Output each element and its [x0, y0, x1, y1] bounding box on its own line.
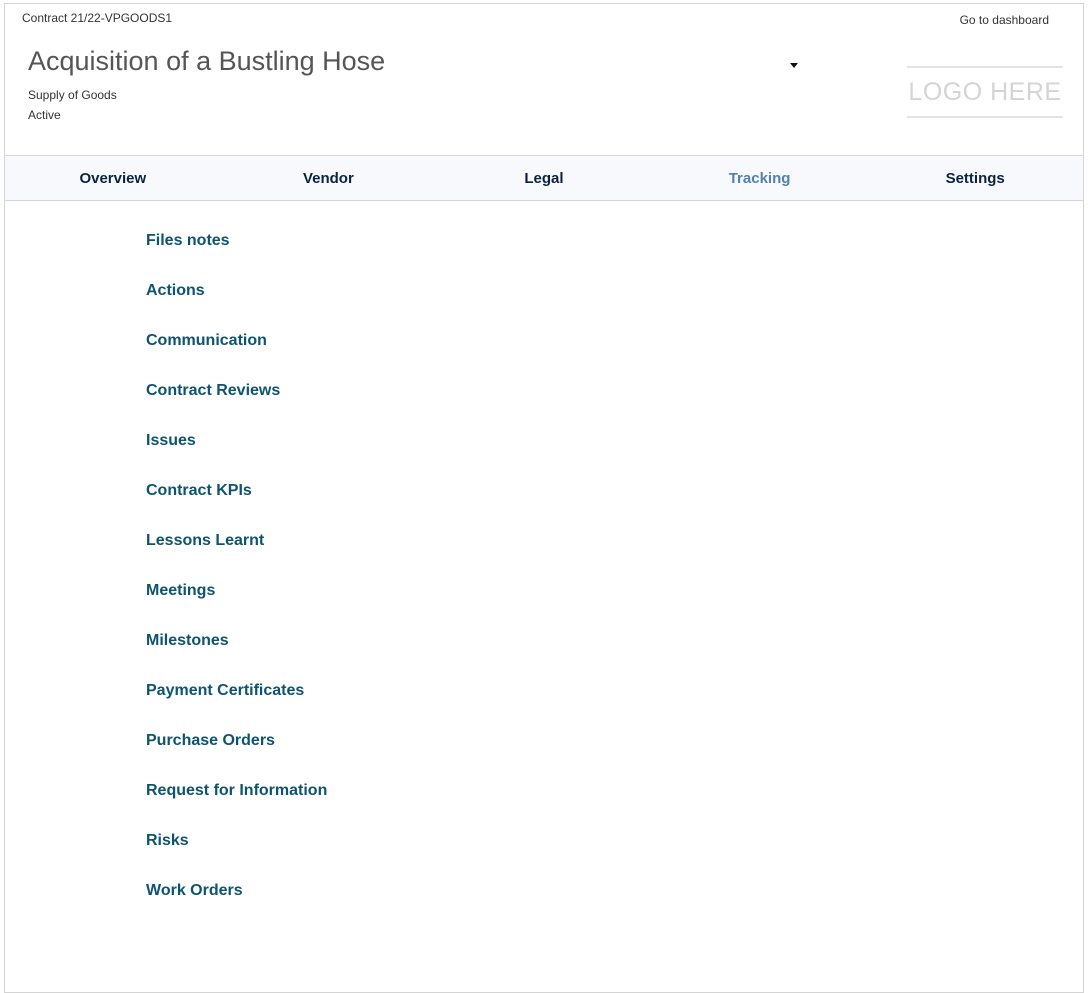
tab-legal[interactable]: Legal [436, 156, 652, 200]
tracking-menu: Files notes Actions Communication Contra… [146, 232, 327, 932]
logo-placeholder: LOGO HERE [907, 66, 1063, 118]
main-tab-bar: Overview Vendor Legal Tracking Settings [5, 155, 1083, 201]
menu-item-issues[interactable]: Issues [146, 432, 327, 482]
contract-status: Active [28, 108, 61, 122]
menu-item-contract-kpis[interactable]: Contract KPIs [146, 482, 327, 532]
tab-tracking[interactable]: Tracking [652, 156, 868, 200]
contract-type: Supply of Goods [28, 88, 117, 102]
menu-item-meetings[interactable]: Meetings [146, 582, 327, 632]
contract-reference: Contract 21/22-VPGOODS1 [22, 11, 173, 25]
menu-item-actions[interactable]: Actions [146, 282, 327, 332]
menu-item-milestones[interactable]: Milestones [146, 632, 327, 682]
page-frame: Contract 21/22-VPGOODS1 Go to dashboard … [4, 3, 1084, 993]
tab-overview[interactable]: Overview [5, 156, 221, 200]
menu-item-purchase-orders[interactable]: Purchase Orders [146, 732, 327, 782]
menu-item-risks[interactable]: Risks [146, 832, 327, 882]
caret-down-icon [790, 63, 798, 68]
menu-item-lessons-learnt[interactable]: Lessons Learnt [146, 532, 327, 582]
menu-item-payment-certificates[interactable]: Payment Certificates [146, 682, 327, 732]
go-to-dashboard-link[interactable]: Go to dashboard [960, 13, 1049, 27]
menu-item-communication[interactable]: Communication [146, 332, 327, 382]
menu-item-files-notes[interactable]: Files notes [146, 232, 327, 282]
menu-item-work-orders[interactable]: Work Orders [146, 882, 327, 932]
menu-item-contract-reviews[interactable]: Contract Reviews [146, 382, 327, 432]
tab-vendor[interactable]: Vendor [221, 156, 437, 200]
page-title: Acquisition of a Bustling Hose [28, 46, 386, 76]
menu-item-request-for-information[interactable]: Request for Information [146, 782, 327, 832]
tab-settings[interactable]: Settings [867, 156, 1083, 200]
